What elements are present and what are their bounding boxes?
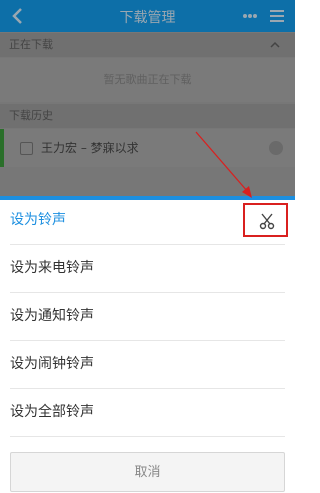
item-indicator — [0, 129, 4, 167]
checkbox-icon[interactable] — [20, 142, 33, 155]
ringtone-action-sheet: 设为铃声 设为来电铃声 设为通知铃声 设为闹钟铃声 设为全部铃声 取消 — [0, 200, 295, 492]
menu-icon[interactable] — [269, 8, 285, 24]
menu-item-label: 设为来电铃声 — [10, 260, 94, 276]
cut-button[interactable] — [243, 203, 288, 237]
menu-item-label: 设为全部铃声 — [10, 404, 94, 420]
menu-item-set-all-ringtones[interactable]: 设为全部铃声 — [0, 388, 295, 436]
section-downloading[interactable]: 正在下载 — [0, 33, 295, 57]
download-manager-screen: 下载管理 正在下载 暂无歌曲正在下载 下载历史 王力宏 – 梦寐以求 — [0, 0, 295, 196]
scissors-icon — [259, 213, 275, 230]
cancel-button[interactable]: 取消 — [10, 452, 285, 492]
empty-downloading-text: 暂无歌曲正在下载 — [0, 58, 295, 102]
menu-item-set-alarm-ringtone[interactable]: 设为闹钟铃声 — [0, 340, 295, 388]
menu-item-set-notification-ringtone[interactable]: 设为通知铃声 — [0, 292, 295, 340]
song-title: 王力宏 – 梦寐以求 — [41, 141, 139, 155]
section-history-label: 下载历史 — [9, 109, 53, 122]
history-list-item[interactable]: 王力宏 – 梦寐以求 — [0, 129, 295, 167]
section-downloading-label: 正在下载 — [9, 38, 53, 51]
section-history: 下载历史 — [0, 104, 295, 128]
menu-item-label: 设为通知铃声 — [10, 308, 94, 324]
menu-item-set-call-ringtone[interactable]: 设为来电铃声 — [0, 244, 295, 292]
menu-item-label: 设为铃声 — [10, 212, 66, 228]
chevron-up-icon — [270, 41, 280, 48]
menu-item-label: 设为闹钟铃声 — [10, 356, 94, 372]
header-bar: 下载管理 — [0, 0, 295, 32]
more-icon[interactable] — [241, 6, 259, 26]
divider — [10, 436, 285, 437]
delete-icon[interactable] — [269, 141, 283, 155]
